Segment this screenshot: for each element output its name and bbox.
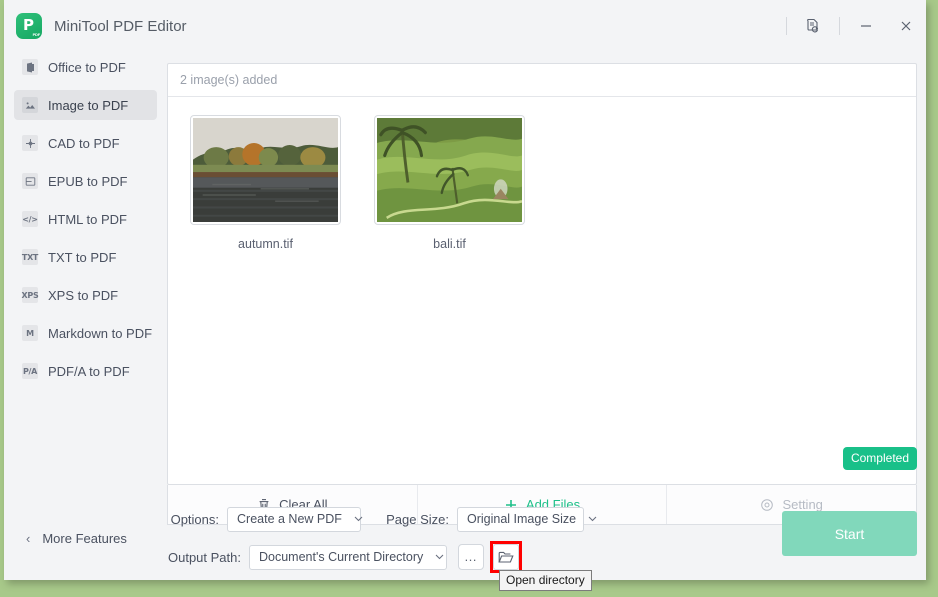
file-name-label: bali.tif bbox=[433, 237, 466, 251]
options-select[interactable]: Create a New PDF bbox=[227, 506, 363, 532]
output-path-row: Output Path: Document's Current Director… bbox=[167, 541, 767, 573]
close-icon[interactable] bbox=[886, 6, 926, 46]
bali-rice-terrace-thumbnail[interactable] bbox=[374, 115, 525, 225]
browse-more-button[interactable]: … bbox=[458, 544, 484, 570]
options-select-value: Create a New PDF bbox=[237, 512, 342, 526]
sidebar-item-label: Markdown to PDF bbox=[48, 325, 153, 341]
minimize-icon[interactable] bbox=[846, 6, 886, 46]
file-count-label: 2 image(s) added bbox=[180, 73, 278, 87]
list-item[interactable]: bali.tif bbox=[374, 115, 535, 251]
more-features-button[interactable]: ‹ More Features bbox=[26, 531, 127, 546]
sidebar-item-xps-to-pdf[interactable]: XPS XPS to PDF bbox=[14, 280, 157, 310]
autumn-landscape-thumbnail[interactable] bbox=[190, 115, 341, 225]
start-button[interactable]: Start bbox=[782, 511, 917, 556]
image-icon bbox=[22, 97, 38, 113]
sidebar-item-cad-to-pdf[interactable]: CAD to PDF bbox=[14, 128, 157, 158]
sidebar-item-txt-to-pdf[interactable]: TXT TXT to PDF bbox=[14, 242, 157, 272]
app-logo-icon: P PDF bbox=[16, 13, 42, 39]
sidebar-item-label: HTML to PDF bbox=[48, 211, 127, 227]
epub-icon bbox=[22, 173, 38, 189]
sidebar-item-epub-to-pdf[interactable]: EPUB to PDF bbox=[14, 166, 157, 196]
options-area: Options: Create a New PDF Page Size: Ori… bbox=[167, 503, 767, 573]
page-size-select[interactable]: Original Image Size bbox=[457, 506, 597, 532]
open-directory-button[interactable] bbox=[493, 544, 519, 570]
options-row: Options: Create a New PDF Page Size: Ori… bbox=[167, 503, 767, 535]
output-path-select[interactable]: Document's Current Directory bbox=[249, 544, 447, 570]
divider bbox=[839, 17, 840, 35]
tooltip: Open directory bbox=[499, 570, 592, 591]
txt-icon: TXT bbox=[22, 249, 38, 265]
sidebar-item-label: Office to PDF bbox=[48, 59, 126, 75]
output-path-label: Output Path: bbox=[168, 549, 241, 565]
chevron-down-icon bbox=[576, 514, 597, 525]
markdown-icon: M bbox=[22, 325, 38, 341]
logo-badge: PDF bbox=[32, 32, 41, 37]
title-bar: P PDF MiniTool PDF Editor bbox=[4, 0, 926, 52]
page-size-label: Page Size: bbox=[386, 511, 449, 527]
file-thumbnail-grid: autumn.tif bali.tif Completed bbox=[168, 97, 917, 485]
file-name-label: autumn.tif bbox=[238, 237, 293, 251]
divider bbox=[786, 17, 787, 35]
ellipsis-icon: … bbox=[464, 549, 478, 564]
sidebar-item-pdfa-to-pdf[interactable]: P/A PDF/A to PDF bbox=[14, 356, 157, 386]
window-controls bbox=[780, 0, 926, 52]
chevron-left-icon: ‹ bbox=[26, 531, 31, 546]
options-label: Options: bbox=[170, 511, 219, 527]
sidebar-item-label: PDF/A to PDF bbox=[48, 363, 130, 379]
pdfa-icon: P/A bbox=[22, 363, 38, 379]
office-icon bbox=[22, 59, 38, 75]
start-button-label: Start bbox=[834, 525, 865, 542]
desktop-background: P PDF MiniTool PDF Editor Office to PDF … bbox=[0, 0, 938, 597]
chevron-down-icon bbox=[342, 514, 363, 525]
file-list-header: 2 image(s) added bbox=[168, 64, 916, 97]
feedback-icon[interactable] bbox=[793, 6, 833, 46]
html-icon: </> bbox=[22, 211, 38, 227]
application-window: P PDF MiniTool PDF Editor Office to PDF … bbox=[4, 0, 926, 580]
file-list-panel: 2 image(s) added autumn.tif bali.tif Com… bbox=[167, 63, 917, 485]
sidebar-item-image-to-pdf[interactable]: Image to PDF bbox=[14, 90, 157, 120]
status-badge: Completed bbox=[842, 447, 917, 470]
list-item[interactable]: autumn.tif bbox=[190, 115, 351, 251]
sidebar-item-office-to-pdf[interactable]: Office to PDF bbox=[14, 52, 157, 82]
page-size-select-value: Original Image Size bbox=[467, 512, 577, 526]
sidebar-item-label: CAD to PDF bbox=[48, 135, 120, 151]
sidebar-item-label: EPUB to PDF bbox=[48, 173, 128, 189]
chevron-down-icon bbox=[423, 552, 444, 563]
xps-icon: XPS bbox=[22, 287, 39, 303]
sidebar-item-markdown-to-pdf[interactable]: M Markdown to PDF bbox=[14, 318, 157, 348]
sidebar-item-label: TXT to PDF bbox=[48, 249, 117, 265]
more-features-label: More Features bbox=[42, 531, 127, 546]
logo-letter: P bbox=[23, 16, 34, 34]
sidebar: Office to PDF Image to PDF CAD to PDF EP… bbox=[4, 52, 167, 580]
page-title: MiniTool PDF Editor bbox=[54, 17, 187, 35]
cad-icon bbox=[22, 135, 38, 151]
setting-label: Setting bbox=[782, 497, 823, 512]
output-path-select-value: Document's Current Directory bbox=[259, 550, 424, 564]
sidebar-item-label: XPS to PDF bbox=[48, 287, 119, 303]
sidebar-item-html-to-pdf[interactable]: </> HTML to PDF bbox=[14, 204, 157, 234]
open-directory-button-wrapper bbox=[490, 541, 522, 573]
sidebar-item-label: Image to PDF bbox=[48, 97, 129, 113]
